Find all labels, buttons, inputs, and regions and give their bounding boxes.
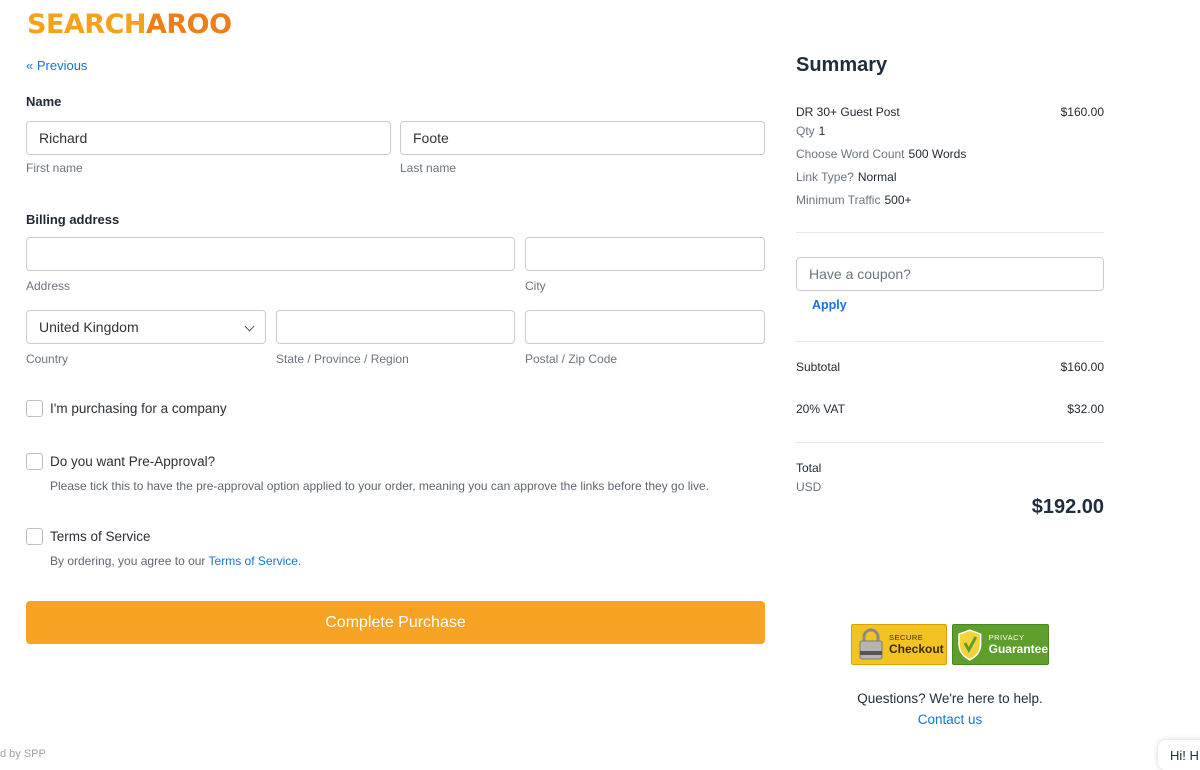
last-name-input[interactable]: Foote — [400, 121, 765, 155]
link-type-value: Normal — [857, 170, 897, 184]
privacy-big-text: Guarantee — [988, 642, 1048, 656]
link-type-label: Link Type? — [796, 170, 854, 184]
word-count-row: Choose Word Count 500 Words — [796, 147, 966, 161]
summary-title: Summary — [796, 54, 888, 76]
logo-text-aroo: AROO — [146, 9, 232, 40]
address-input[interactable] — [26, 237, 515, 271]
billing-section-title: Billing address — [26, 212, 120, 227]
name-section-title: Name — [26, 94, 62, 109]
country-hint: Country — [26, 352, 69, 366]
lock-icon — [859, 628, 883, 659]
subtotal-value: $160.00 — [1060, 360, 1104, 374]
vat-label: 20% VAT — [796, 402, 845, 416]
summary-divider — [796, 232, 1104, 233]
word-count-label: Choose Word Count — [796, 147, 905, 161]
tos-link[interactable]: Terms of Service — [209, 554, 298, 568]
country-select[interactable]: United Kingdom — [26, 310, 266, 344]
tos-checkbox[interactable] — [26, 528, 43, 545]
brand-logo[interactable]: SEARCHAROO — [27, 9, 232, 40]
total-label: Total — [796, 461, 822, 475]
secure-big-text: Checkout — [889, 642, 944, 656]
tos-description: By ordering, you agree to our Terms of S… — [50, 554, 301, 568]
preapproval-checkbox-label[interactable]: Do you want Pre-Approval? — [50, 454, 215, 469]
qty-row: Qty 1 — [796, 124, 825, 138]
traffic-row: Minimum Traffic 500+ — [796, 193, 912, 207]
traffic-value: 500+ — [884, 193, 912, 207]
city-input[interactable] — [525, 237, 765, 271]
chat-widget-text: Hi! H — [1170, 748, 1199, 763]
privacy-guarantee-badge: PRIVACY Guarantee — [952, 624, 1049, 665]
postal-hint: Postal / Zip Code — [525, 352, 618, 366]
total-value: $192.00 — [1031, 496, 1104, 518]
first-name-input[interactable]: Richard — [26, 121, 391, 155]
link-type-row: Link Type? Normal — [796, 170, 897, 184]
qty-value: 1 — [818, 124, 826, 138]
privacy-guarantee-text: PRIVACY Guarantee — [989, 633, 1048, 656]
secure-checkout-text: SECURE Checkout — [889, 633, 944, 656]
preapproval-description: Please tick this to have the pre-approva… — [50, 479, 710, 493]
help-text: Questions? We're here to help. — [857, 691, 1043, 706]
chevron-down-icon — [244, 321, 255, 332]
city-hint: City — [525, 279, 546, 293]
product-price: $160.00 — [1060, 105, 1104, 119]
traffic-label: Minimum Traffic — [796, 193, 881, 207]
product-name: DR 30+ Guest Post — [796, 105, 900, 119]
last-name-hint: Last name — [400, 161, 457, 175]
first-name-hint: First name — [26, 161, 83, 175]
shield-check-icon — [958, 628, 982, 661]
secure-checkout-badge: SECURE Checkout — [851, 624, 947, 665]
company-checkbox[interactable] — [26, 400, 43, 417]
word-count-value: 500 Words — [908, 147, 967, 161]
tos-checkbox-label[interactable]: Terms of Service — [50, 529, 151, 544]
tos-desc-prefix: By ordering, you agree to our — [50, 554, 209, 568]
tos-desc-suffix: . — [297, 554, 302, 568]
qty-label: Qty — [796, 124, 815, 138]
summary-divider — [796, 442, 1104, 443]
apply-coupon-button[interactable]: Apply — [812, 298, 847, 312]
address-hint: Address — [26, 279, 71, 293]
summary-divider — [796, 341, 1104, 342]
complete-purchase-button[interactable]: Complete Purchase — [26, 601, 765, 644]
secure-small-text: SECURE — [889, 633, 924, 642]
chat-widget[interactable]: Hi! H — [1158, 740, 1200, 770]
postal-input[interactable] — [525, 310, 765, 344]
previous-link[interactable]: « Previous — [26, 58, 87, 73]
powered-by-text[interactable]: d by SPP — [0, 748, 46, 760]
company-checkbox-label[interactable]: I'm purchasing for a company — [50, 401, 227, 416]
preapproval-checkbox[interactable] — [26, 453, 43, 470]
privacy-small-text: PRIVACY — [988, 633, 1025, 642]
state-input[interactable] — [276, 310, 515, 344]
currency-label: USD — [796, 480, 822, 494]
logo-text-search: SEARCH — [27, 9, 147, 40]
subtotal-label: Subtotal — [796, 360, 841, 374]
country-select-value: United Kingdom — [39, 319, 139, 335]
state-hint: State / Province / Region — [276, 352, 409, 366]
contact-us-link[interactable]: Contact us — [820, 712, 1080, 727]
vat-value: $32.00 — [1067, 402, 1104, 416]
coupon-input[interactable]: Have a coupon? — [796, 257, 1104, 291]
